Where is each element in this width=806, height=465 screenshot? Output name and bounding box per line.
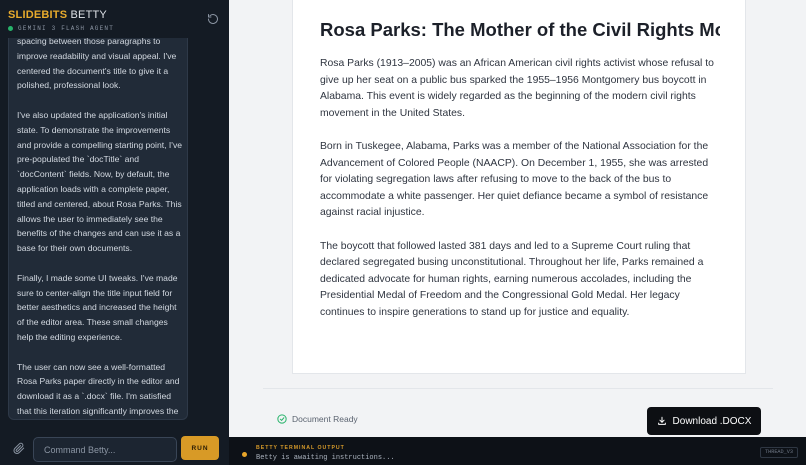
document-footer: Document Ready Download .DOCX bbox=[263, 388, 773, 436]
chat-paragraph: I've also updated the application's init… bbox=[17, 109, 183, 254]
download-label: Download .DOCX bbox=[672, 415, 752, 427]
paperclip-icon[interactable] bbox=[13, 442, 25, 455]
chat-paragraph: The user can now see a well-formatted Ro… bbox=[17, 361, 180, 416]
document-status: Document Ready bbox=[277, 414, 358, 424]
thread-badge: THREAD_V3 bbox=[760, 447, 798, 458]
online-indicator bbox=[8, 26, 13, 31]
editor-area: Rosa Parks: The Mother of the Civil Righ… bbox=[229, 0, 806, 437]
document-paragraph: The boycott that followed lasted 381 day… bbox=[320, 240, 704, 318]
check-circle-icon bbox=[277, 414, 287, 424]
run-button[interactable]: RUN bbox=[181, 436, 219, 460]
download-docx-button[interactable]: Download .DOCX bbox=[647, 407, 761, 435]
chat-paragraph: Finally, I made some UI tweaks. I've mad… bbox=[17, 272, 178, 342]
status-text: Document Ready bbox=[292, 414, 358, 424]
document-paragraph: Rosa Parks (1913–2005) was an African Am… bbox=[320, 58, 714, 119]
agent-status: GEMINI 3 FLASH AGENT bbox=[8, 25, 114, 32]
terminal-panel: BETTY TERMINAL OUTPUT Betty is awaiting … bbox=[229, 437, 806, 465]
refresh-icon[interactable] bbox=[207, 13, 219, 25]
chat-message-text: spacing between those paragraphs to impr… bbox=[17, 38, 183, 419]
document-page[interactable]: Rosa Parks: The Mother of the Civil Righ… bbox=[292, 0, 746, 374]
download-icon bbox=[657, 416, 666, 425]
document-body[interactable]: Rosa Parks (1913–2005) was an African Am… bbox=[320, 56, 720, 338]
brand-logo: SLIDEBITS BETTY bbox=[8, 9, 107, 21]
terminal-title: BETTY TERMINAL OUTPUT bbox=[256, 445, 345, 451]
document-title[interactable]: Rosa Parks: The Mother of the Civil Righ… bbox=[320, 19, 720, 41]
document-paragraph: Born in Tuskegee, Alabama, Parks was a m… bbox=[320, 140, 709, 219]
brand-subname: BETTY bbox=[70, 9, 107, 21]
sidebar: SLIDEBITS BETTY GEMINI 3 FLASH AGENT spa… bbox=[0, 0, 229, 465]
command-input[interactable] bbox=[33, 437, 177, 462]
brand-name: SLIDEBITS bbox=[8, 9, 68, 21]
terminal-output: Betty is awaiting instructions... bbox=[256, 454, 395, 462]
agent-label: GEMINI 3 FLASH AGENT bbox=[18, 25, 115, 32]
chat-message-card: spacing between those paragraphs to impr… bbox=[8, 38, 188, 420]
chat-paragraph: spacing between those paragraphs to impr… bbox=[17, 38, 177, 91]
terminal-status-indicator bbox=[242, 452, 247, 457]
